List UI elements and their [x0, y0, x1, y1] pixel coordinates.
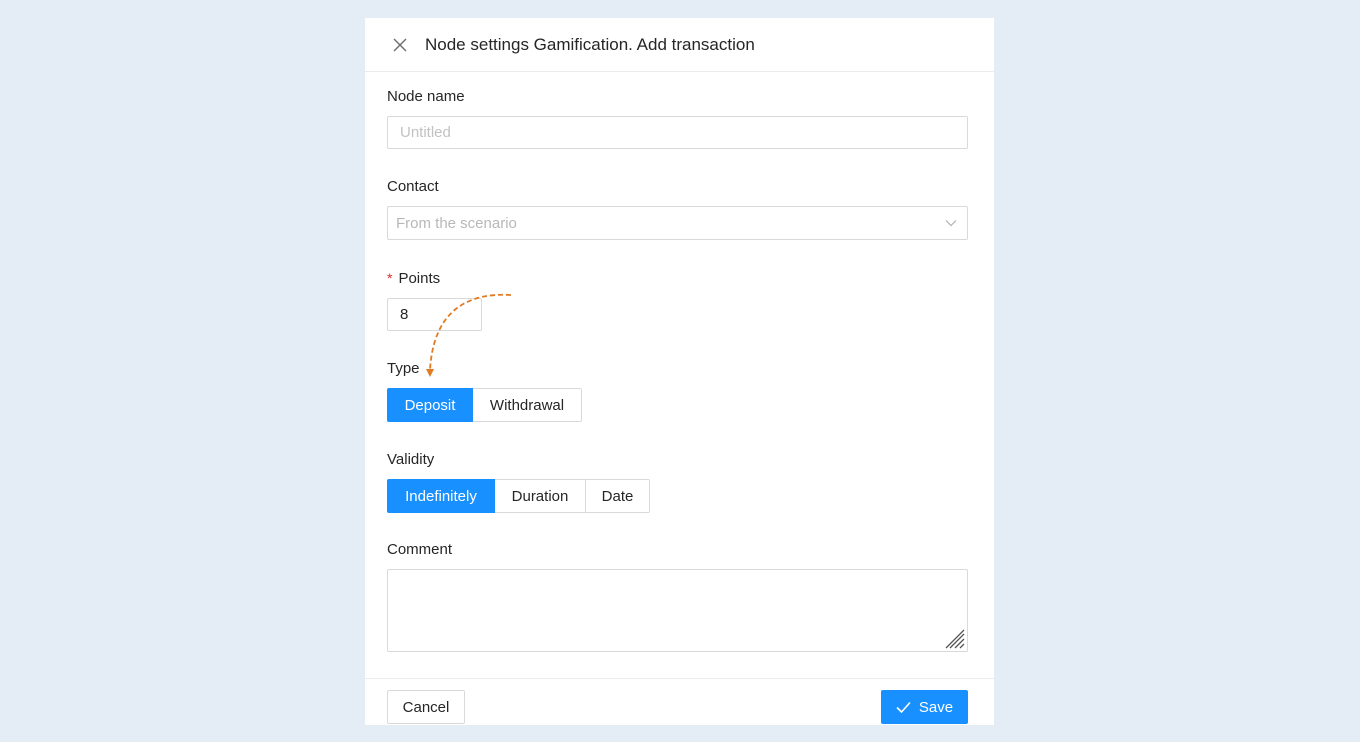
validity-segmented-control: Indefinitely Duration Date [387, 479, 650, 513]
type-option-withdrawal[interactable]: Withdrawal [472, 388, 582, 422]
validity-option-duration[interactable]: Duration [494, 479, 586, 513]
contact-select-placeholder: From the scenario [396, 214, 517, 232]
validity-option-indefinitely[interactable]: Indefinitely [387, 479, 495, 513]
comment-textarea[interactable] [387, 569, 968, 652]
dialog-title: Node settings Gamification. Add transact… [425, 34, 755, 54]
validity-label: Validity [387, 451, 435, 468]
contact-select[interactable]: From the scenario [387, 206, 968, 240]
type-label: Type [387, 360, 420, 377]
resize-handle-icon[interactable] [945, 629, 965, 649]
contact-label: Contact [387, 178, 439, 195]
points-input[interactable]: 8 [387, 298, 482, 331]
comment-label: Comment [387, 541, 453, 558]
cancel-button[interactable]: Cancel [387, 690, 465, 724]
check-icon [896, 701, 911, 713]
type-segmented-control: Deposit Withdrawal [387, 388, 582, 422]
points-value: 8 [400, 306, 409, 323]
node-settings-panel: Node settings Gamification. Add transact… [365, 18, 994, 725]
close-button[interactable] [391, 36, 409, 54]
dialog-footer: Cancel Save [365, 678, 994, 725]
type-option-deposit[interactable]: Deposit [387, 388, 473, 422]
required-mark: * [387, 270, 393, 286]
node-name-input[interactable] [387, 116, 968, 149]
close-icon [393, 38, 407, 51]
save-button[interactable]: Save [881, 690, 968, 724]
chevron-down-icon [945, 220, 957, 227]
dialog-header: Node settings Gamification. Add transact… [365, 18, 994, 72]
node-name-label: Node name [387, 88, 465, 105]
validity-option-date[interactable]: Date [585, 479, 650, 513]
save-button-label: Save [918, 698, 954, 716]
points-label-text: Points [398, 270, 441, 287]
points-label: * Points [387, 270, 440, 287]
